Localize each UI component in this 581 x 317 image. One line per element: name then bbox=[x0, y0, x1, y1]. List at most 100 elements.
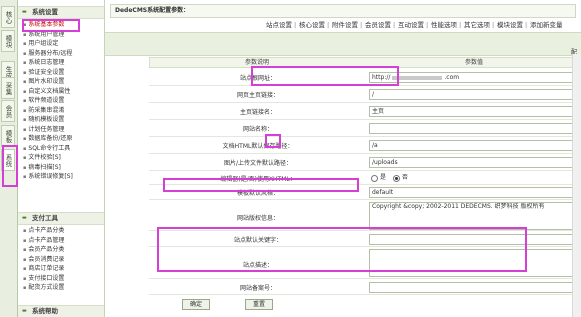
sidebar-item[interactable]: ▪ 点卡产品分类 bbox=[18, 226, 104, 236]
tab-separator: | bbox=[294, 21, 297, 29]
tab-separator: | bbox=[525, 21, 528, 29]
bullet-icon: ▪ bbox=[23, 31, 27, 38]
row-label: 图片/上传文件默认路径： bbox=[223, 160, 293, 167]
bullet-icon: ▪ bbox=[23, 256, 27, 263]
sidebar-section-header[interactable]: ▬ 系统设置 bbox=[18, 6, 104, 19]
icp-number-input[interactable] bbox=[369, 282, 577, 293]
sidebar-item[interactable]: ▪ 点卡产品管理 bbox=[18, 236, 104, 246]
sidebar-item[interactable]: ▪ 系统错误修复[S] bbox=[18, 172, 104, 182]
sidebar: ▬ 系统设置 ▪ 系统基本参数 ▪ 系统用户管理 ▪ 用户组设定 ▪ 服务器分布/远程 … bbox=[18, 0, 105, 317]
reset-button[interactable]: 重置 bbox=[245, 299, 273, 310]
sidebar-item[interactable]: ▪ 会员产品分类 bbox=[18, 245, 104, 255]
bullet-icon: ▪ bbox=[23, 41, 27, 47]
radio-label: 是 bbox=[380, 174, 387, 181]
vtab-system[interactable]: 系统 bbox=[1, 149, 15, 171]
bullet-icon: ▪ bbox=[23, 136, 27, 142]
row-label: 网站版权信息： bbox=[236, 215, 279, 222]
tab-site-settings[interactable]: 站点设置 bbox=[266, 20, 292, 31]
collapse-icon: ▬ bbox=[22, 308, 27, 314]
site-description-textarea[interactable] bbox=[369, 249, 577, 277]
tab-member-settings[interactable]: 会员设置 bbox=[365, 20, 391, 31]
sidebar-item[interactable]: ▪ 配货方式设置 bbox=[18, 283, 104, 293]
sidebar-item[interactable]: ▪ 软件频道设置 bbox=[18, 96, 104, 106]
tab-core-settings[interactable]: 核心设置 bbox=[299, 20, 325, 31]
bullet-icon: ▪ bbox=[23, 107, 27, 114]
table-row: 模板默认风格： default bbox=[149, 185, 577, 200]
homepage-name-input[interactable]: 主页 bbox=[369, 106, 577, 117]
sidebar-item[interactable]: ▪ 自定义文档属性 bbox=[18, 87, 104, 97]
table-row: 网站名称： bbox=[149, 120, 577, 137]
sidebar-item[interactable]: ▪ 图片水印设置 bbox=[18, 77, 104, 87]
vertical-scrollbar[interactable] bbox=[572, 54, 581, 317]
tab-other-options[interactable]: 其它选项 bbox=[464, 20, 490, 31]
bullet-icon: ▪ bbox=[23, 247, 27, 253]
row-label: 站点描述： bbox=[242, 262, 273, 269]
sidebar-item[interactable]: ▪ 服务器分布/远程 bbox=[18, 49, 104, 59]
sidebar-item[interactable]: ▪ SQL命令行工具 bbox=[18, 144, 104, 154]
tab-separator: | bbox=[459, 21, 462, 29]
sidebar-item[interactable]: ▪ 支付接口设置 bbox=[18, 274, 104, 284]
sidebar-item[interactable]: ▪ 会员消费记录 bbox=[18, 255, 104, 265]
sidebar-item[interactable]: ▪ 文件校验[S] bbox=[18, 153, 104, 163]
table-row: 站点根网址： http://.com bbox=[149, 69, 577, 86]
homepage-link-input[interactable]: / bbox=[369, 89, 577, 100]
row-label: 站点根网址： bbox=[239, 75, 276, 82]
template-style-input[interactable]: default bbox=[369, 187, 577, 198]
bullet-icon: ▪ bbox=[23, 22, 27, 28]
sidebar-item[interactable]: ▪ 病毒扫描[S] bbox=[18, 163, 104, 173]
bullet-icon: ▪ bbox=[23, 126, 27, 133]
sidebar-item[interactable]: ▪ 随机模板设置 bbox=[18, 115, 104, 125]
sidebar-item[interactable]: ▪ 系统基本参数 bbox=[18, 20, 104, 30]
xhtml-yes-radio[interactable] bbox=[371, 175, 378, 182]
bullet-icon: ▪ bbox=[23, 237, 27, 244]
table-row: 网页主页链接： / bbox=[149, 86, 577, 103]
vtab-members[interactable]: 会员 bbox=[1, 100, 15, 122]
vtab-collect[interactable]: 采集 bbox=[1, 77, 15, 99]
sidebar-item[interactable]: ▪ 系统用户管理 bbox=[18, 30, 104, 40]
site-name-input[interactable] bbox=[369, 123, 577, 134]
tab-add-variable[interactable]: 添加新变量 bbox=[530, 20, 563, 31]
tab-module-settings[interactable]: 模块设置 bbox=[497, 20, 523, 31]
table-row: 编辑器(是/否)使用XHTML： 是 否 bbox=[149, 171, 577, 185]
sidebar-menu-system: ▪ 系统基本参数 ▪ 系统用户管理 ▪ 用户组设定 ▪ 服务器分布/远程 ▪ 系统日志管理… bbox=[18, 20, 104, 182]
tab-interaction-settings[interactable]: 互动设置 bbox=[398, 20, 424, 31]
site-url-input[interactable]: http://.com bbox=[369, 72, 577, 83]
sidebar-item[interactable]: ▪ 用户组设定 bbox=[18, 39, 104, 49]
xhtml-no-radio[interactable] bbox=[393, 175, 400, 182]
blurred-domain bbox=[392, 75, 443, 80]
table-row: 网站备案号： bbox=[149, 279, 577, 295]
sidebar-item[interactable]: ▪ 数据库备份/还原 bbox=[18, 134, 104, 144]
bullet-icon: ▪ bbox=[23, 50, 27, 57]
sidebar-item[interactable]: ▪ 系统日志管理 bbox=[18, 58, 104, 68]
copyright-textarea[interactable]: Copyright &copy; 2002-2011 DEDECMS. 织梦科技… bbox=[369, 202, 577, 230]
row-label: 模板默认风格： bbox=[236, 190, 279, 197]
html-path-input[interactable]: /a bbox=[369, 140, 577, 151]
table-header: 参数说明 参数值 bbox=[149, 57, 577, 68]
vtab-templates[interactable]: 模板 bbox=[1, 125, 15, 147]
tab-performance-options[interactable]: 性能选项 bbox=[431, 20, 457, 31]
upload-path-input[interactable]: /uploads bbox=[369, 157, 577, 168]
bullet-icon: ▪ bbox=[23, 117, 27, 123]
vtab-modules[interactable]: 模块 bbox=[1, 30, 15, 52]
tab-attachment-settings[interactable]: 附件设置 bbox=[332, 20, 358, 31]
vtab-core[interactable]: 核心 bbox=[1, 6, 15, 28]
bullet-icon: ▪ bbox=[23, 285, 27, 291]
bullet-icon: ▪ bbox=[23, 275, 27, 282]
tab-separator: | bbox=[327, 21, 330, 29]
table-row: 文档HTML默认保存路径： /a bbox=[149, 137, 577, 154]
bullet-icon: ▪ bbox=[23, 164, 27, 171]
table-row: 站点默认关键字： bbox=[149, 231, 577, 247]
site-keywords-input[interactable] bbox=[369, 234, 577, 245]
sidebar-item[interactable]: ▪ 防采集串混淆 bbox=[18, 106, 104, 116]
confirm-button[interactable]: 确定 bbox=[182, 299, 210, 310]
tab-separator: | bbox=[492, 21, 495, 29]
vertical-tab-strip: 核心 模块 生成 采集 会员 模板 系统 bbox=[0, 0, 18, 317]
row-label: 文档HTML默认保存路径： bbox=[222, 143, 294, 150]
sidebar-item[interactable]: ▪ 商店订单记录 bbox=[18, 264, 104, 274]
sidebar-item[interactable]: ▪ 计划任务管理 bbox=[18, 125, 104, 135]
sidebar-section-header[interactable]: ▬ 支付工具 bbox=[18, 212, 104, 225]
bullet-icon: ▪ bbox=[23, 145, 27, 152]
sidebar-item[interactable]: ▪ 验证安全设置 bbox=[18, 68, 104, 78]
sidebar-section-header[interactable]: ▬ 系统帮助 bbox=[18, 305, 104, 317]
column-header-label: 参数说明 bbox=[245, 59, 270, 66]
